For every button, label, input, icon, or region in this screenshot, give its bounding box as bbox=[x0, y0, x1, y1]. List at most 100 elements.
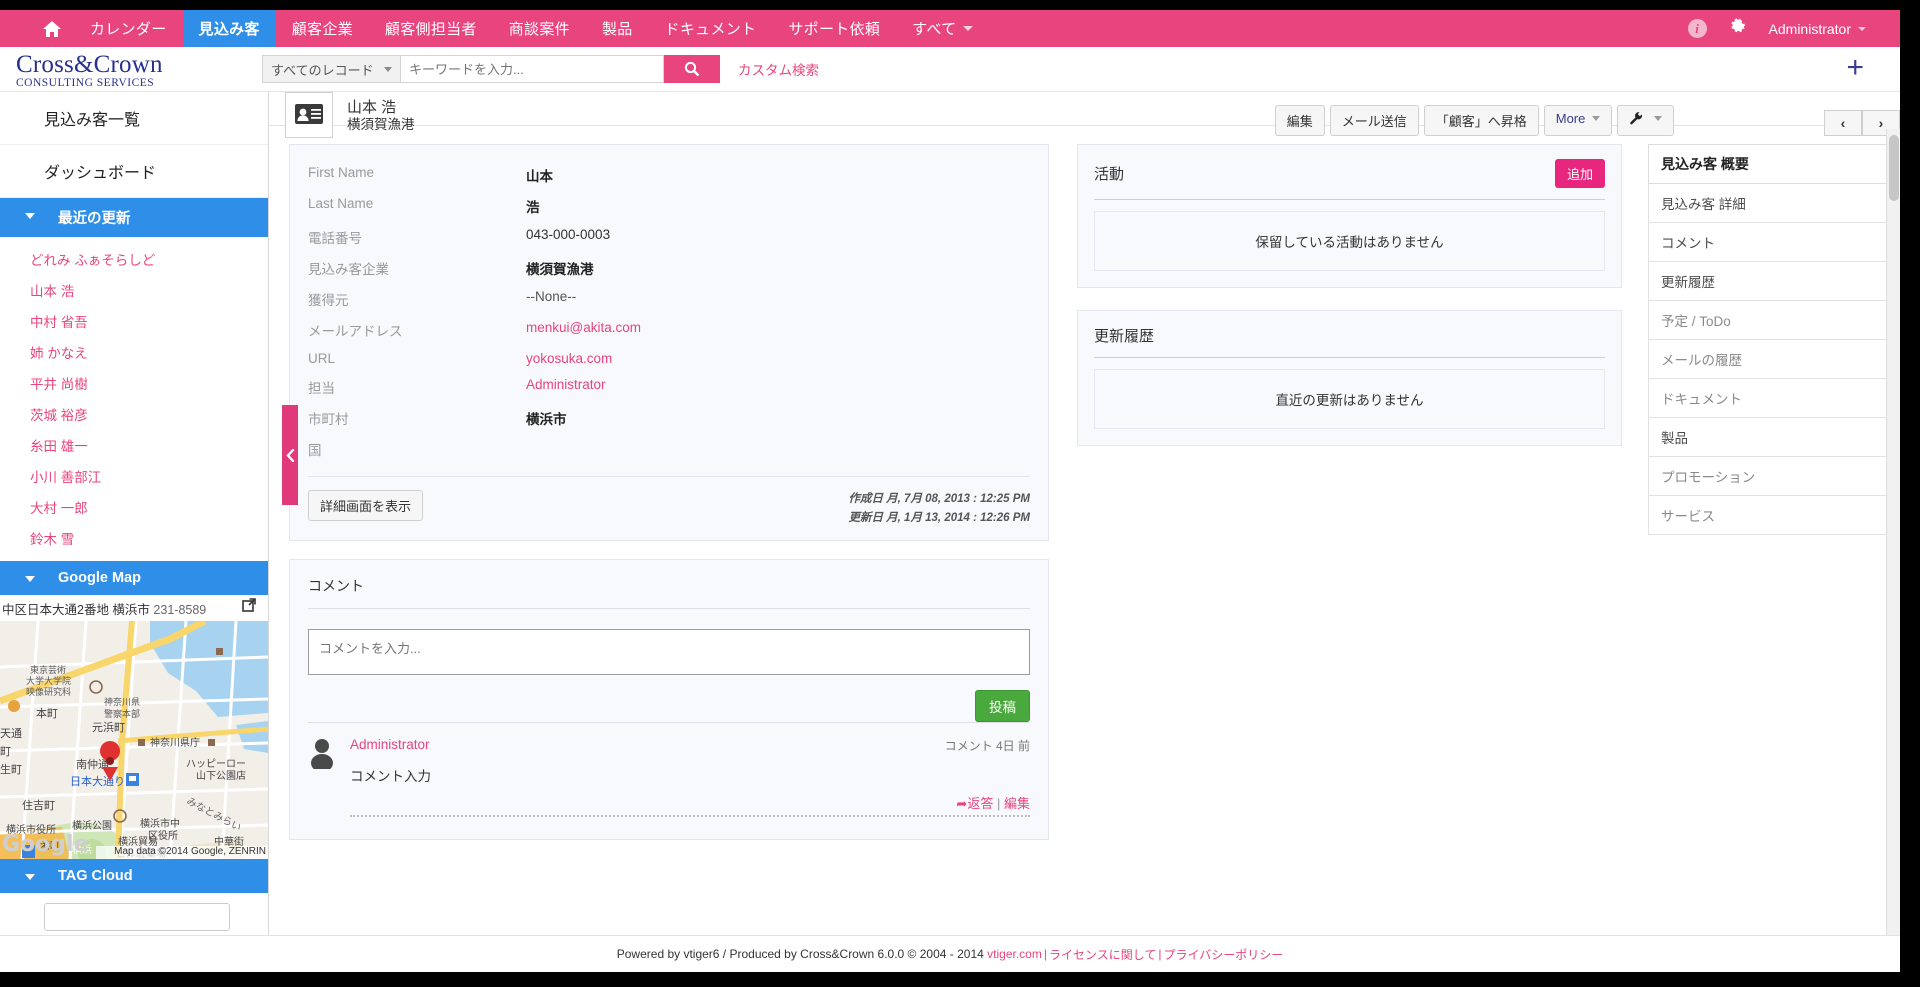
nav-item-leads[interactable]: 見込み客 bbox=[182, 10, 276, 47]
page-body: 見込み客一覧 ダッシュボード 最近の更新 どれみ ふぁそらしど 山本 浩 中村 … bbox=[0, 92, 1900, 972]
field-value bbox=[526, 433, 1030, 464]
list-item[interactable]: 鈴木 雪 bbox=[0, 522, 268, 553]
convert-to-account-button[interactable]: 「顧客」へ昇格 bbox=[1423, 105, 1539, 136]
nav-item-opportunities[interactable]: 商談案件 bbox=[493, 10, 586, 47]
footer-link-license[interactable]: ライセンスに関して bbox=[1049, 946, 1156, 963]
field-value: 043-000-0003 bbox=[526, 226, 611, 242]
nav-item-calendar[interactable]: カレンダー bbox=[74, 10, 183, 47]
vertical-scrollbar[interactable] bbox=[1886, 129, 1900, 947]
related-item-documents[interactable]: ドキュメント bbox=[1648, 379, 1900, 418]
gear-icon[interactable] bbox=[1729, 17, 1747, 40]
nav-item-support[interactable]: サポート依頼 bbox=[772, 10, 896, 47]
list-item[interactable]: 山本 浩 bbox=[0, 274, 268, 305]
prev-record-button[interactable]: ‹ bbox=[1824, 110, 1862, 136]
tag-input[interactable] bbox=[44, 903, 230, 931]
nav-item-accounts[interactable]: 顧客企業 bbox=[276, 10, 369, 47]
home-icon[interactable] bbox=[30, 10, 74, 47]
related-item-email-history[interactable]: メールの履歴 bbox=[1648, 340, 1900, 379]
related-item-activities[interactable]: 予定 / ToDo bbox=[1648, 301, 1900, 340]
list-item[interactable]: 大村 一郎 bbox=[0, 491, 268, 522]
search-button[interactable] bbox=[664, 55, 720, 83]
main-content: 山本 浩 横須賀漁港 編集 メール送信 「顧客」へ昇格 More ‹ › Fir… bbox=[269, 92, 1900, 947]
tools-button[interactable] bbox=[1617, 105, 1674, 136]
sidebar-item-lead-list[interactable]: 見込み客一覧 bbox=[0, 92, 268, 145]
footer-link-privacy[interactable]: プライバシーポリシー bbox=[1163, 946, 1283, 963]
related-item-services[interactable]: サービス bbox=[1648, 496, 1900, 535]
edit-comment-link[interactable]: 編集 bbox=[1004, 796, 1030, 811]
reply-link[interactable]: 返答 bbox=[967, 796, 993, 811]
record-header: 山本 浩 横須賀漁港 編集 メール送信 「顧客」へ昇格 More ‹ › bbox=[269, 92, 1900, 138]
detail-field-table: First Name 山本 Last Name 浩 電話番号 043-000-0003… bbox=[308, 159, 1030, 464]
top-navigation-bar: カレンダー 見込み客 顧客企業 顧客側担当者 商談案件 製品 ドキュメント サポ… bbox=[0, 10, 1900, 47]
sidebar-collapse-toggle[interactable] bbox=[282, 405, 298, 505]
related-item-comments[interactable]: コメント bbox=[1648, 223, 1900, 262]
widget-header: 活動 追加 bbox=[1094, 159, 1605, 200]
nav-item-products[interactable]: 製品 bbox=[586, 10, 649, 47]
reply-arrow-icon: ➦ bbox=[956, 796, 968, 811]
sidebar-section-title: Google Map bbox=[58, 570, 141, 586]
sidebar-section-recent-header[interactable]: 最近の更新 bbox=[0, 198, 268, 237]
field-value-url[interactable]: yokosuka.com bbox=[526, 345, 1030, 371]
map-attribution: Map data ©2014 Google, ZENRIN bbox=[114, 846, 266, 857]
record-title-block: 山本 浩 横須賀漁港 bbox=[347, 99, 415, 133]
search-scope-select[interactable]: すべてのレコード bbox=[262, 55, 400, 83]
list-item[interactable]: 平井 尚樹 bbox=[0, 367, 268, 398]
sidebar-section-tagcloud-header[interactable]: TAG Cloud bbox=[0, 859, 268, 893]
scrollbar-thumb[interactable] bbox=[1889, 135, 1899, 201]
comment-author[interactable]: Administrator bbox=[350, 737, 1030, 752]
list-item[interactable]: 糸田 雄一 bbox=[0, 429, 268, 460]
plus-icon[interactable]: + bbox=[1846, 53, 1864, 83]
logo-line-2: CONSULTING SERVICES bbox=[16, 76, 155, 89]
external-link-icon[interactable] bbox=[242, 598, 256, 615]
table-row: Last Name 浩 bbox=[308, 190, 1030, 221]
svg-text:神奈川県庁: 神奈川県庁 bbox=[150, 736, 200, 749]
comment-input[interactable] bbox=[308, 629, 1030, 675]
sidebar-item-dashboard[interactable]: ダッシュボード bbox=[0, 145, 268, 198]
map-address: 中区日本大通2番地 横浜市 bbox=[2, 603, 150, 617]
related-item-update-history[interactable]: 更新履歴 bbox=[1648, 262, 1900, 301]
edit-button[interactable]: 編集 bbox=[1274, 105, 1325, 136]
svg-text:神奈川県: 神奈川県 bbox=[104, 696, 140, 708]
nav-item-all[interactable]: すべて bbox=[896, 10, 989, 47]
page-footer: Powered by vtiger6 / Produced by Cross&C… bbox=[0, 935, 1900, 972]
chevron-down-icon bbox=[384, 67, 392, 72]
record-action-buttons: 編集 メール送信 「顧客」へ昇格 More bbox=[1274, 105, 1674, 136]
list-item[interactable]: 茨城 裕彦 bbox=[0, 398, 268, 429]
list-item[interactable]: 姉 かなえ bbox=[0, 336, 268, 367]
search-input[interactable] bbox=[400, 55, 664, 83]
send-email-button[interactable]: メール送信 bbox=[1329, 105, 1419, 136]
nav-item-contacts[interactable]: 顧客側担当者 bbox=[369, 10, 493, 47]
add-activity-button[interactable]: 追加 bbox=[1554, 159, 1605, 188]
svg-text:映像研究科: 映像研究科 bbox=[26, 686, 71, 698]
post-comment-button[interactable]: 投稿 bbox=[975, 690, 1030, 722]
modified-date: 更新日 月, 1月 13, 2014 : 12:26 PM bbox=[848, 512, 1030, 524]
table-row: 担当 Administrator bbox=[308, 371, 1030, 402]
related-nav-header: 見込み客 概要 bbox=[1648, 144, 1900, 184]
field-value-email[interactable]: menkui@akita.com bbox=[526, 314, 1030, 345]
chevron-down-icon bbox=[1592, 116, 1601, 121]
related-item-products[interactable]: 製品 bbox=[1648, 418, 1900, 457]
nav-item-documents[interactable]: ドキュメント bbox=[649, 10, 773, 47]
nav-label: 顧客側担当者 bbox=[384, 21, 477, 38]
user-menu[interactable]: Administrator bbox=[1769, 21, 1866, 37]
sidebar-section-title: 最近の更新 bbox=[58, 211, 131, 227]
global-search: すべてのレコード bbox=[262, 55, 720, 83]
footer-link-vtiger[interactable]: vtiger.com bbox=[987, 947, 1042, 961]
info-icon[interactable]: i bbox=[1687, 19, 1707, 38]
related-item-promotions[interactable]: プロモーション bbox=[1648, 457, 1900, 496]
field-label: 獲得元 bbox=[308, 292, 349, 308]
table-row: 電話番号 043-000-0003 bbox=[308, 221, 1030, 252]
list-item[interactable]: 中村 省吾 bbox=[0, 305, 268, 336]
field-value-owner[interactable]: Administrator bbox=[526, 371, 1030, 402]
sidebar-section-map-header[interactable]: Google Map bbox=[0, 561, 268, 595]
more-button[interactable]: More bbox=[1543, 105, 1613, 136]
custom-search-link[interactable]: カスタム検索 bbox=[738, 59, 819, 79]
svg-text:ハッピーロー: ハッピーロー bbox=[186, 758, 246, 770]
chevron-down-icon bbox=[963, 26, 974, 31]
show-detail-view-button[interactable]: 詳細画面を表示 bbox=[308, 490, 424, 521]
google-map-image[interactable]: 東京芸術 大学大学院 映像研究科 神奈川県 警察本部 本町 元浜町 天通 町 生… bbox=[0, 621, 268, 859]
user-avatar-icon bbox=[308, 737, 338, 772]
list-item[interactable]: 小川 善部江 bbox=[0, 460, 268, 491]
related-item-lead-detail[interactable]: 見込み客 詳細 bbox=[1648, 184, 1900, 223]
list-item[interactable]: どれみ ふぁそらしど bbox=[0, 243, 268, 274]
